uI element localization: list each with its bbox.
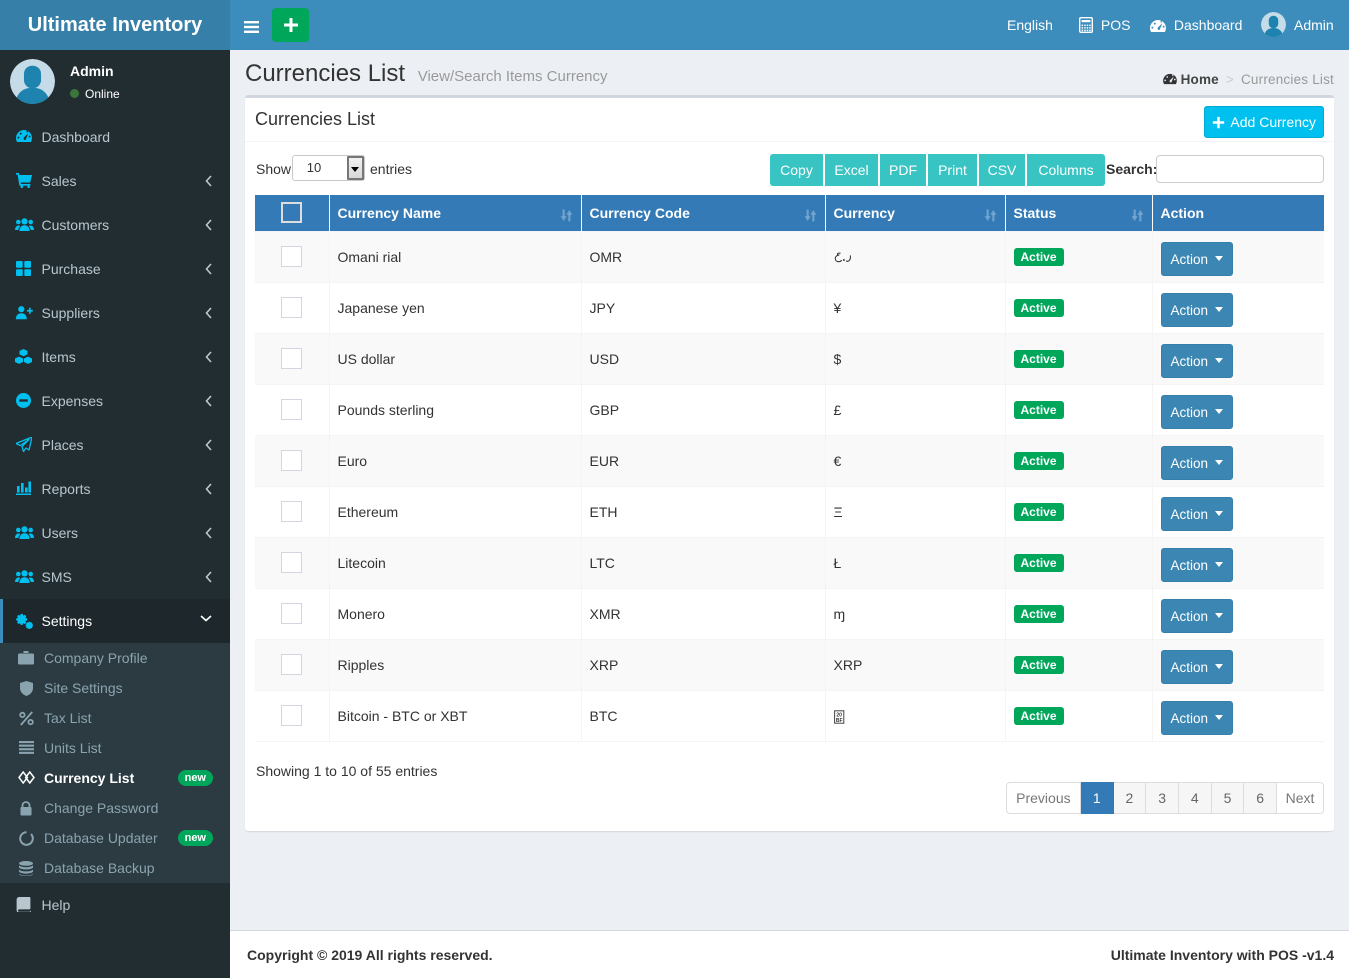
svg-text:BF: BF bbox=[835, 718, 842, 724]
